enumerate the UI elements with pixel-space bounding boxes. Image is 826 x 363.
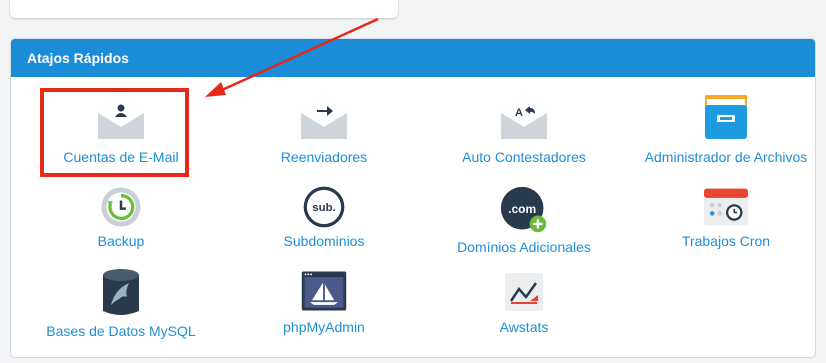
panel-title: Atajos Rápidos xyxy=(11,39,815,77)
shortcut-label: Reenviadores xyxy=(280,149,368,165)
shortcut-label: Auto Contestadores xyxy=(462,149,586,165)
shortcut-label: Domínios Adicionales xyxy=(457,239,591,255)
shortcut-label: Backup xyxy=(97,233,145,249)
forwarder-icon xyxy=(301,95,347,139)
shortcut-mysql-databases[interactable]: Bases de Datos MySQL xyxy=(26,267,216,339)
addon-domains-icon: .com xyxy=(500,186,547,233)
shortcut-label: phpMyAdmin xyxy=(283,319,365,335)
shortcut-autoresponders[interactable]: A Auto Contestadores xyxy=(429,91,619,165)
cron-jobs-icon xyxy=(704,188,748,226)
shortcut-label: Trabajos Cron xyxy=(681,233,771,249)
svg-text:.com: .com xyxy=(508,202,536,216)
shortcut-phpmyadmin[interactable]: phpMyAdmin xyxy=(229,267,419,335)
backup-icon xyxy=(101,187,141,227)
shortcut-label: Subdominios xyxy=(283,233,365,249)
shortcut-forwarders[interactable]: Reenviadores xyxy=(229,91,419,165)
shortcut-subdomains[interactable]: sub. Subdominios xyxy=(229,185,419,249)
subdomains-icon: sub. xyxy=(303,186,345,228)
mysql-database-icon xyxy=(103,269,139,315)
shortcut-addon-domains[interactable]: .com Domínios Adicionales xyxy=(429,185,619,255)
shortcut-label: Administrador de Archivos xyxy=(644,149,808,165)
shortcut-backup[interactable]: Backup xyxy=(26,185,216,249)
quick-shortcuts-panel: Atajos Rápidos Cuentas de E-Mail Reenvia… xyxy=(10,38,816,358)
highlight-box xyxy=(40,88,189,177)
autoresponder-icon: A xyxy=(501,95,547,139)
svg-text:A: A xyxy=(515,107,523,119)
shortcut-label: Awstats xyxy=(499,319,549,335)
awstats-icon xyxy=(505,273,543,311)
shortcut-awstats[interactable]: Awstats xyxy=(429,267,619,335)
shortcut-cron-jobs[interactable]: Trabajos Cron xyxy=(631,185,815,249)
svg-text:sub.: sub. xyxy=(312,202,335,214)
previous-card xyxy=(10,0,398,18)
file-manager-icon xyxy=(705,95,747,139)
phpmyadmin-icon xyxy=(301,271,347,311)
shortcut-label: Bases de Datos MySQL xyxy=(46,323,196,339)
shortcut-file-manager[interactable]: Administrador de Archivos xyxy=(631,91,815,165)
